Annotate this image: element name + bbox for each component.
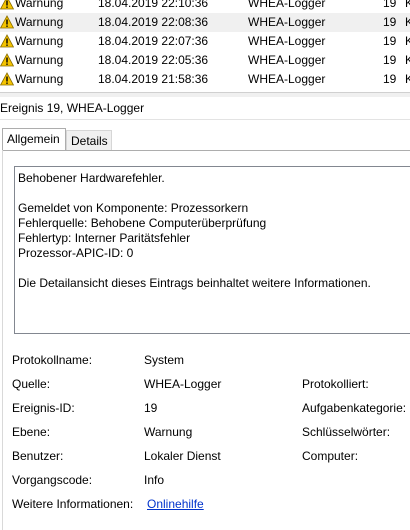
pane-splitter[interactable] <box>0 92 410 97</box>
warning-icon <box>0 0 14 10</box>
event-level: Warnung <box>15 0 64 10</box>
event-level: Warnung <box>15 53 64 67</box>
event-level: Warnung <box>15 72 64 86</box>
log-name-label: Protokollname: <box>12 353 93 367</box>
event-list[interactable]: Warnung 18.04.2019 22:10:36 WHEA-Logger … <box>0 0 410 90</box>
event-task: K <box>405 72 410 86</box>
opcode-label: Vorgangscode: <box>12 473 93 487</box>
event-task: K <box>405 0 410 10</box>
detail-title: Ereignis 19, WHEA-Logger <box>0 101 145 115</box>
keywords-label: Schlüsselwörter: <box>302 425 391 439</box>
divider <box>2 150 410 151</box>
warning-icon <box>0 15 14 29</box>
computer-label: Computer: <box>302 449 359 463</box>
divider <box>0 119 410 120</box>
event-viewer: Warnung 18.04.2019 22:10:36 WHEA-Logger … <box>0 0 410 530</box>
more-info-label: Weitere Informationen: <box>12 497 134 511</box>
description-line: Fehlerquelle: Behobene Computerüberprüfu… <box>18 216 267 230</box>
event-id-value: 19 <box>144 401 158 415</box>
event-id-label: Ereignis-ID: <box>12 401 75 415</box>
event-date: 18.04.2019 21:58:36 <box>98 72 209 86</box>
source-label: Quelle: <box>12 377 51 391</box>
event-row[interactable]: Warnung 18.04.2019 22:10:36 WHEA-Logger … <box>0 0 410 13</box>
user-label: Benutzer: <box>12 449 64 463</box>
description-line: Die Detailansicht dieses Eintrags beinha… <box>18 276 371 290</box>
event-id: 19 <box>383 72 397 86</box>
description-line: Fehlertyp: Interner Paritätsfehler <box>18 231 191 245</box>
event-source: WHEA-Logger <box>248 15 326 29</box>
description-line: Gemeldet von Komponente: Prozessorkern <box>18 201 249 215</box>
event-row[interactable]: Warnung 18.04.2019 22:08:36 WHEA-Logger … <box>0 13 410 32</box>
event-row[interactable]: Warnung 18.04.2019 22:07:36 WHEA-Logger … <box>0 32 410 51</box>
opcode-value: Info <box>144 473 165 487</box>
log-name-value: System <box>144 353 185 367</box>
event-id: 19 <box>383 0 397 10</box>
level-value: Warnung <box>144 425 193 439</box>
event-source: WHEA-Logger <box>248 34 326 48</box>
logged-label: Protokolliert: <box>302 377 369 391</box>
level-label: Ebene: <box>12 425 51 439</box>
event-id: 19 <box>383 34 397 48</box>
event-date: 18.04.2019 22:05:36 <box>98 53 209 67</box>
description-line: Behobener Hardwarefehler. <box>18 171 165 185</box>
event-date: 18.04.2019 22:08:36 <box>98 15 209 29</box>
online-help-link[interactable]: Onlinehilfe <box>147 496 204 512</box>
event-task: K <box>405 53 410 67</box>
warning-icon <box>0 34 14 48</box>
event-level: Warnung <box>15 34 64 48</box>
event-task: K <box>405 15 410 29</box>
event-source: WHEA-Logger <box>248 72 326 86</box>
event-row[interactable]: Warnung 18.04.2019 22:05:36 WHEA-Logger … <box>0 51 410 70</box>
divider <box>2 150 3 530</box>
warning-icon <box>0 72 14 86</box>
event-id: 19 <box>383 15 397 29</box>
description-line: Prozessor-APIC-ID: 0 <box>18 246 134 260</box>
user-value: Lokaler Dienst <box>144 449 221 463</box>
event-description-box[interactable]: Behobener Hardwarefehler. Gemeldet von K… <box>14 166 410 334</box>
event-id: 19 <box>383 53 397 67</box>
event-task: K <box>405 34 410 48</box>
event-date: 18.04.2019 22:07:36 <box>98 34 209 48</box>
event-date: 18.04.2019 22:10:36 <box>98 0 209 10</box>
event-source: WHEA-Logger <box>248 53 326 67</box>
tab-details[interactable]: Details <box>66 130 112 150</box>
event-level: Warnung <box>15 15 64 29</box>
event-source: WHEA-Logger <box>248 0 326 10</box>
source-value: WHEA-Logger <box>144 377 222 391</box>
event-row[interactable]: Warnung 18.04.2019 21:58:36 WHEA-Logger … <box>0 70 410 89</box>
tab-general[interactable]: Allgemein <box>2 128 66 150</box>
task-category-label: Aufgabenkategorie: <box>302 401 407 415</box>
warning-icon <box>0 53 14 67</box>
